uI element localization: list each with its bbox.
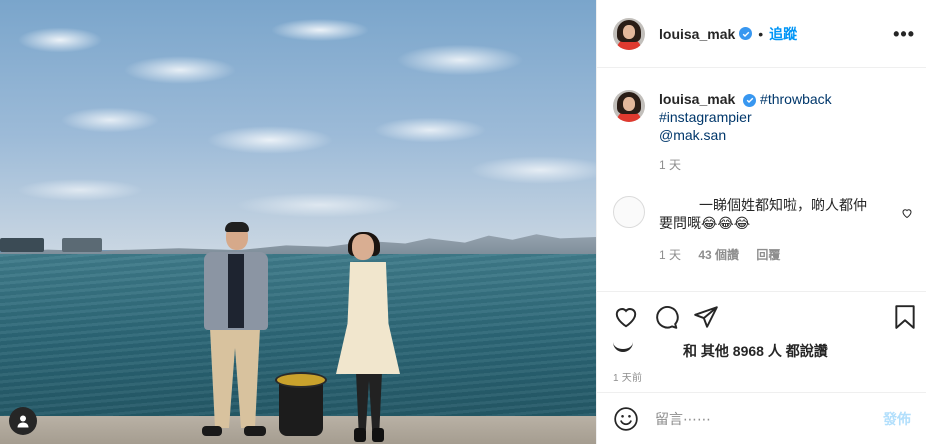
action-bar <box>597 291 926 341</box>
caption-time[interactable]: 1 天 <box>659 156 832 174</box>
post-header: louisa_mak • 追蹤 ••• <box>597 0 926 68</box>
post-caption: louisa_mak #throwback #instagrampier @ma… <box>613 90 913 174</box>
photo-sky <box>0 0 596 250</box>
post-panel: louisa_mak • 追蹤 ••• louisa_mak #throwbac… <box>596 0 926 444</box>
comment-icon[interactable] <box>653 304 679 330</box>
separator-dot: • <box>758 25 764 42</box>
photo-boat <box>62 238 102 252</box>
hashtag-link[interactable]: #throwback <box>760 91 832 107</box>
comment-item: 一睇個姓都知啦，啲人都仲要問嘅😂😂😂 1 天 43 個讚 回覆 <box>613 196 913 264</box>
comment-text: 一睇個姓都知啦，啲人都仲要問嘅😂😂😂 <box>659 197 867 231</box>
likes-text[interactable]: 和 其他 8968 人 都說讚 <box>683 343 828 359</box>
avatar[interactable] <box>613 90 645 122</box>
verified-badge-icon <box>739 27 753 40</box>
comment-meta: 1 天 43 個讚 回覆 <box>659 246 879 264</box>
comment-like-icon[interactable] <box>901 206 913 224</box>
follow-button[interactable]: 追蹤 <box>769 24 797 44</box>
comment-input[interactable] <box>655 410 883 427</box>
verified-badge-icon <box>743 93 757 107</box>
caption-username[interactable]: louisa_mak <box>659 91 735 107</box>
hashtag-link[interactable]: #instagrampier <box>659 109 752 125</box>
likes-summary[interactable]: 和 其他 8968 人 都說讚 <box>613 340 828 361</box>
comment-body: 一睇個姓都知啦，啲人都仲要問嘅😂😂😂 1 天 43 個讚 回覆 <box>659 196 879 264</box>
heart-icon[interactable] <box>613 304 639 330</box>
reply-button[interactable]: 回覆 <box>756 248 780 262</box>
username-link[interactable]: louisa_mak <box>659 26 735 42</box>
share-icon[interactable] <box>693 304 719 330</box>
post-timestamp[interactable]: 1 天前 <box>613 369 642 384</box>
photo-boat <box>0 238 44 252</box>
add-comment-bar: 發佈 <box>597 392 926 444</box>
comment-likes[interactable]: 43 個讚 <box>698 248 739 262</box>
liker-avatar <box>613 340 633 352</box>
bookmark-icon[interactable] <box>892 304 918 330</box>
mention-link[interactable]: @mak.san <box>659 127 726 143</box>
comment-time[interactable]: 1 天 <box>659 248 681 262</box>
post-comment-button[interactable]: 發佈 <box>883 409 911 429</box>
photo-bollard <box>275 372 327 438</box>
more-options-icon[interactable]: ••• <box>893 24 915 45</box>
avatar[interactable] <box>613 196 645 228</box>
photo-woman <box>332 232 404 444</box>
user-tag-icon[interactable] <box>9 407 37 435</box>
avatar[interactable] <box>613 17 645 50</box>
photo-man <box>198 222 272 444</box>
post-photo[interactable] <box>0 0 596 444</box>
caption-text: louisa_mak #throwback #instagrampier @ma… <box>659 90 832 174</box>
emoji-icon[interactable] <box>613 406 639 432</box>
